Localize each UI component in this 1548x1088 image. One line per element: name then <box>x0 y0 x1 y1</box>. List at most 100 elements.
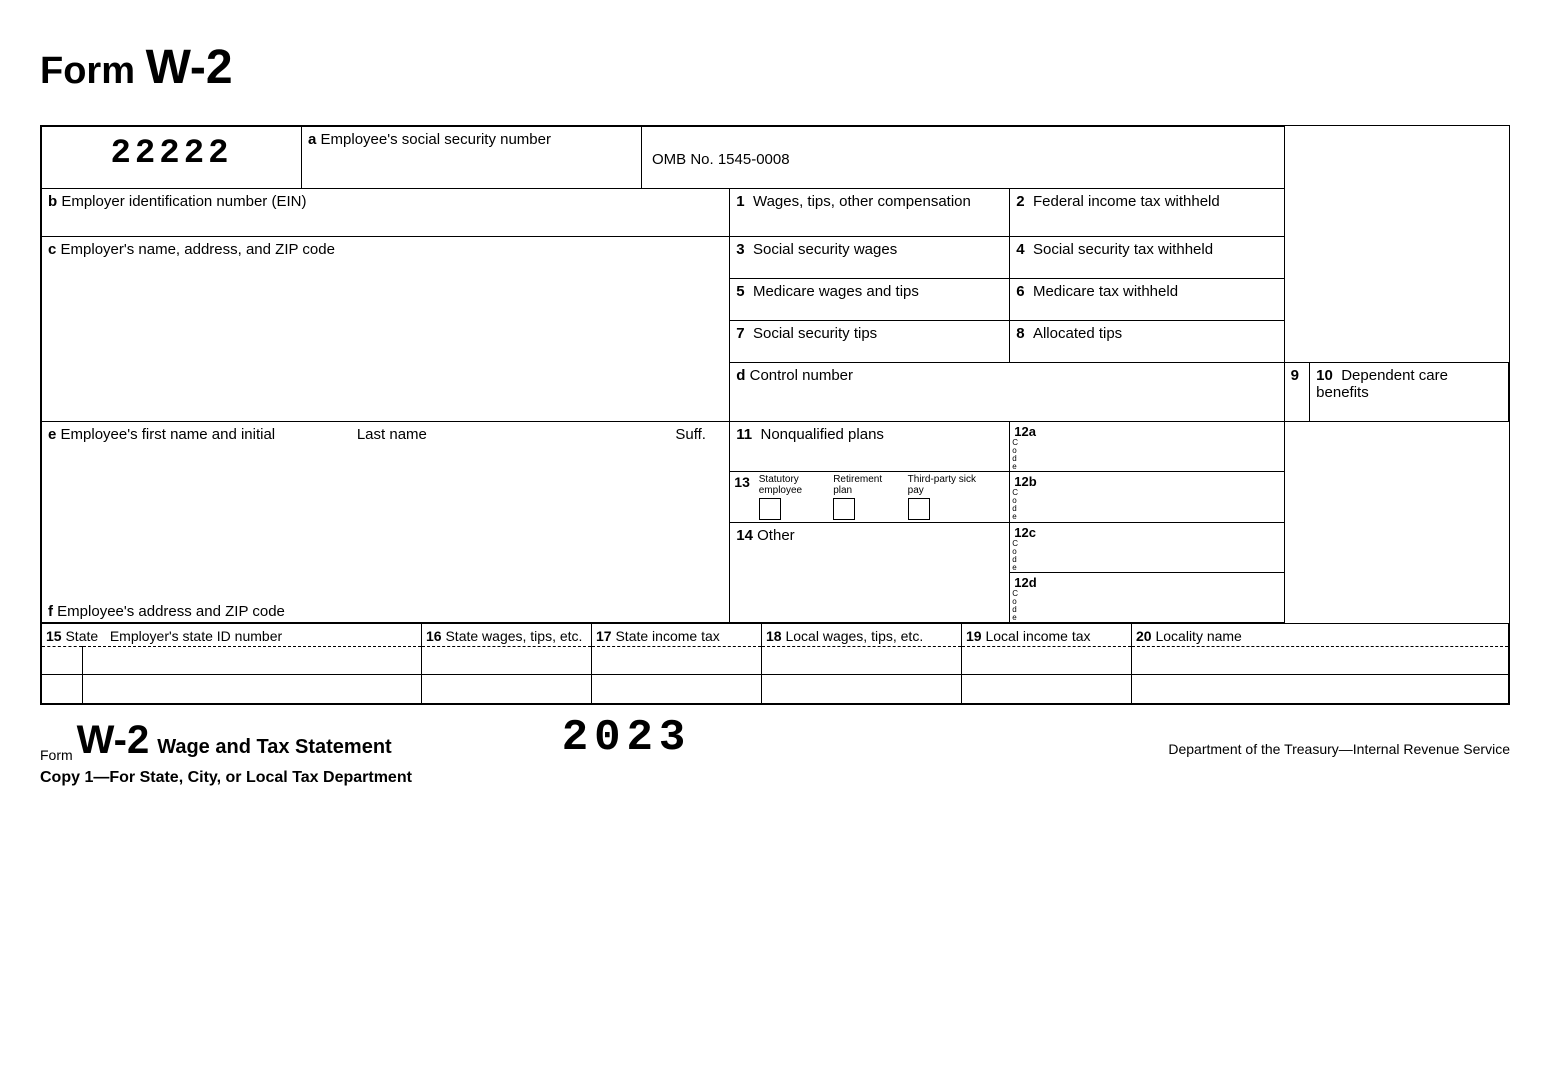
box-e-last-value[interactable] <box>351 445 670 469</box>
box-16-value-1[interactable] <box>422 646 591 674</box>
box-3-label: Social security wages <box>753 241 897 258</box>
box-e-label: Employee's first name and initial <box>61 426 276 443</box>
box-20: 20 Locality name <box>1132 624 1509 704</box>
box-15-id-1[interactable] <box>82 647 421 675</box>
box-10-label: Dependent care benefits <box>1316 367 1448 401</box>
box-12a: 12a C o d e <box>1010 422 1284 472</box>
box-f-label: Employee's address and ZIP code <box>57 603 285 620</box>
box-17-value-1[interactable] <box>592 646 761 674</box>
box-13-retirement-checkbox[interactable] <box>833 498 855 520</box>
box-17-label: State income tax <box>615 628 719 644</box>
box-15-id-2[interactable] <box>82 675 421 703</box>
box-14-label: Other <box>757 527 795 544</box>
box-4-value[interactable] <box>1010 260 1283 278</box>
box-e-letter: e <box>48 426 56 443</box>
box-e-last-label: Last name <box>357 426 427 443</box>
box-2-value[interactable] <box>1010 212 1283 230</box>
form-w2-table: 22222 a Employee's social security numbe… <box>40 125 1510 705</box>
box-11-label: Nonqualified plans <box>760 426 883 443</box>
footer-w2: W-2 <box>77 718 150 763</box>
box-12d-label: 12d <box>1010 573 1040 590</box>
box-d-letter: d <box>736 367 745 384</box>
box-20-value-2[interactable] <box>1132 674 1508 702</box>
box-15: 15 State Employer's state ID number <box>42 624 422 704</box>
box-12a-label: 12a <box>1010 422 1040 439</box>
box-5-label: Medicare wages and tips <box>753 283 919 300</box>
box-18-label: Local wages, tips, etc. <box>785 628 923 644</box>
box-12c: 12c C o d e <box>1010 523 1284 573</box>
code-label: C o d e <box>1010 439 1032 471</box>
box-18-value-1[interactable] <box>762 646 961 674</box>
box-12c-amount[interactable] <box>1096 523 1284 572</box>
box-b: b Employer identification number (EIN) <box>42 189 730 237</box>
box-16-value-2[interactable] <box>422 674 591 702</box>
box-15-state-2[interactable] <box>42 675 82 703</box>
box-1-label: Wages, tips, other compensation <box>753 193 971 210</box>
box-d-value[interactable] <box>730 386 1283 410</box>
box-5-value[interactable] <box>730 302 1009 320</box>
footer-copy: Copy 1—For State, City, or Local Tax Dep… <box>40 769 1510 787</box>
box-12c-label: 12c <box>1010 523 1040 540</box>
box-f-letter: f <box>48 603 53 620</box>
box-15-id-label: Employer's state ID number <box>110 628 282 644</box>
box-8: 8 Allocated tips <box>1010 321 1284 363</box>
box-1-value[interactable] <box>730 212 1009 230</box>
box-12a-amount[interactable] <box>1096 422 1284 471</box>
box-c-letter: c <box>48 241 56 258</box>
box-16: 16 State wages, tips, etc. <box>422 624 592 704</box>
box-11: 11 Nonqualified plans <box>730 422 1010 472</box>
box-7-value[interactable] <box>730 344 1009 362</box>
box-17: 17 State income tax <box>592 624 762 704</box>
box-13-statutory-label: Statutory employee <box>759 474 802 496</box>
box-12a-code[interactable] <box>1040 422 1096 471</box>
footer-department: Department of the Treasury—Internal Reve… <box>1168 741 1510 757</box>
box-13-retirement-label: Retirement plan <box>833 474 882 496</box>
box-3-value[interactable] <box>730 260 1009 278</box>
box-11-value[interactable] <box>730 445 1009 463</box>
box-12b-amount[interactable] <box>1097 472 1284 521</box>
box-6-label: Medicare tax withheld <box>1033 283 1178 300</box>
box-6-value[interactable] <box>1010 302 1283 320</box>
box-e-suff-value[interactable] <box>669 445 729 469</box>
box-17-value-2[interactable] <box>592 674 761 702</box>
box-2-label: Federal income tax withheld <box>1033 193 1220 210</box>
box-12b: 12b C o d e <box>1010 472 1284 523</box>
box-10-value[interactable] <box>1310 403 1508 421</box>
box-c-value[interactable] <box>42 260 729 410</box>
box-e-address-space[interactable] <box>42 469 729 599</box>
box-7: 7 Social security tips <box>730 321 1010 363</box>
box-9-value[interactable] <box>1285 386 1310 404</box>
box-19-value-2[interactable] <box>962 674 1131 702</box>
box-13: 13 Statutory employee Retirement plan Th… <box>730 472 1010 523</box>
box-13-thirdparty-checkbox[interactable] <box>908 498 930 520</box>
box-12d-code[interactable] <box>1041 573 1097 622</box>
omb-number: OMB No. 1545-0008 <box>642 127 1285 189</box>
box-a-value[interactable] <box>302 150 641 174</box>
box-14-value[interactable] <box>730 546 1009 606</box>
box-b-value[interactable] <box>42 212 729 236</box>
box-12d: 12d C o d e <box>1010 573 1284 623</box>
box-13-statutory-checkbox[interactable] <box>759 498 781 520</box>
footer-form-word: Form <box>40 747 73 763</box>
box-15-state-1[interactable] <box>42 647 82 675</box>
box-19-value-1[interactable] <box>962 646 1131 674</box>
box-e-first-value[interactable] <box>42 445 351 469</box>
box-d: d Control number <box>730 363 1284 422</box>
box-10: 10 Dependent care benefits <box>1310 363 1509 422</box>
box-8-value[interactable] <box>1010 344 1283 362</box>
box-15-state-label: State <box>65 628 98 644</box>
box-18-value-2[interactable] <box>762 674 961 702</box>
title-prefix: Form <box>40 50 146 92</box>
box-a-label: Employee's social security number <box>321 131 551 148</box>
box-12b-code[interactable] <box>1041 472 1097 521</box>
page-title: Form W-2 <box>40 40 1508 95</box>
box-9: 9 <box>1284 363 1310 422</box>
box-16-label: State wages, tips, etc. <box>445 628 582 644</box>
box-12b-label: 12b <box>1010 472 1040 489</box>
box-20-value-1[interactable] <box>1132 646 1508 674</box>
box-7-label: Social security tips <box>753 325 877 342</box>
box-12d-amount[interactable] <box>1097 573 1284 622</box>
box-b-label: Employer identification number (EIN) <box>61 193 306 210</box>
box-12c-code[interactable] <box>1040 523 1096 572</box>
box-4-label: Social security tax withheld <box>1033 241 1213 258</box>
